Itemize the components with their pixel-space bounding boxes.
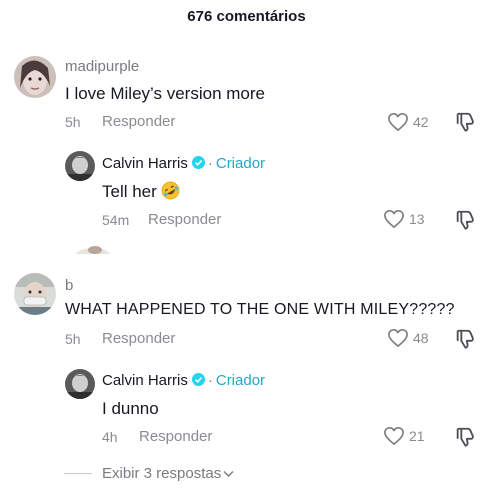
reply-username-row: Calvin Harris · Criador	[102, 372, 265, 389]
dislike-button[interactable]	[454, 426, 476, 448]
reply-button[interactable]: Responder	[102, 330, 175, 347]
creator-label: Criador	[215, 155, 266, 172]
comment-time: 54m	[102, 212, 130, 228]
collapsed-reply-preview	[66, 246, 120, 254]
rolling-on-floor-laughing-emoji-icon	[161, 181, 180, 200]
comment-text: Tell her	[102, 182, 157, 201]
chevron-down-icon	[223, 465, 234, 482]
dislike-button[interactable]	[454, 328, 476, 350]
comment-username[interactable]: Calvin Harris	[102, 155, 188, 172]
view-replies-label: Exibir 3 respostas	[102, 465, 222, 482]
like-button[interactable]: 42	[387, 112, 429, 132]
like-button[interactable]: 48	[387, 328, 429, 348]
separator: ·	[207, 372, 213, 389]
avatar[interactable]	[14, 273, 56, 315]
reply-button[interactable]: Responder	[148, 211, 221, 228]
comment-username[interactable]: b	[65, 277, 73, 294]
reply-button[interactable]: Responder	[102, 113, 175, 130]
comment-time: 5h	[65, 331, 81, 347]
comment-time: 4h	[102, 429, 118, 445]
avatar[interactable]	[65, 369, 95, 399]
avatar[interactable]	[14, 56, 56, 98]
heart-icon	[384, 210, 404, 228]
reply-button[interactable]: Responder	[139, 428, 212, 445]
dislike-button[interactable]	[454, 209, 476, 231]
comment-text: I dunno	[102, 399, 159, 418]
like-count: 13	[409, 211, 425, 227]
separator: ·	[207, 155, 213, 172]
view-replies-divider	[64, 473, 92, 474]
comment-text: WHAT HAPPENED TO THE ONE WITH MILEY?????	[65, 301, 455, 318]
like-button[interactable]: 21	[383, 426, 425, 446]
thumbs-down-icon	[456, 427, 474, 447]
like-count: 42	[413, 114, 429, 130]
view-replies-button[interactable]: Exibir 3 respostas	[102, 465, 234, 482]
comment-time: 5h	[65, 114, 81, 130]
thumbs-down-icon	[456, 210, 474, 230]
heart-icon	[384, 427, 404, 445]
heart-icon	[388, 329, 408, 347]
comment-count-header: 676 comentários	[187, 8, 306, 25]
heart-icon	[388, 113, 408, 131]
thumbs-down-icon	[456, 329, 474, 349]
thumbs-down-icon	[456, 112, 474, 132]
creator-label: Criador	[215, 372, 266, 389]
avatar[interactable]	[65, 151, 95, 181]
verified-badge-icon	[191, 373, 205, 386]
comment-username[interactable]: madipurple	[65, 58, 139, 75]
reply-username-row: Calvin Harris · Criador	[102, 155, 265, 172]
like-button[interactable]: 13	[383, 209, 425, 229]
comment-text: I love Miley’s version more	[65, 84, 265, 103]
reply-text-row: Tell her	[102, 181, 180, 202]
like-count: 21	[409, 428, 425, 444]
comment-username[interactable]: Calvin Harris	[102, 372, 188, 389]
like-count: 48	[413, 330, 429, 346]
verified-badge-icon	[191, 156, 205, 169]
dislike-button[interactable]	[454, 111, 476, 133]
